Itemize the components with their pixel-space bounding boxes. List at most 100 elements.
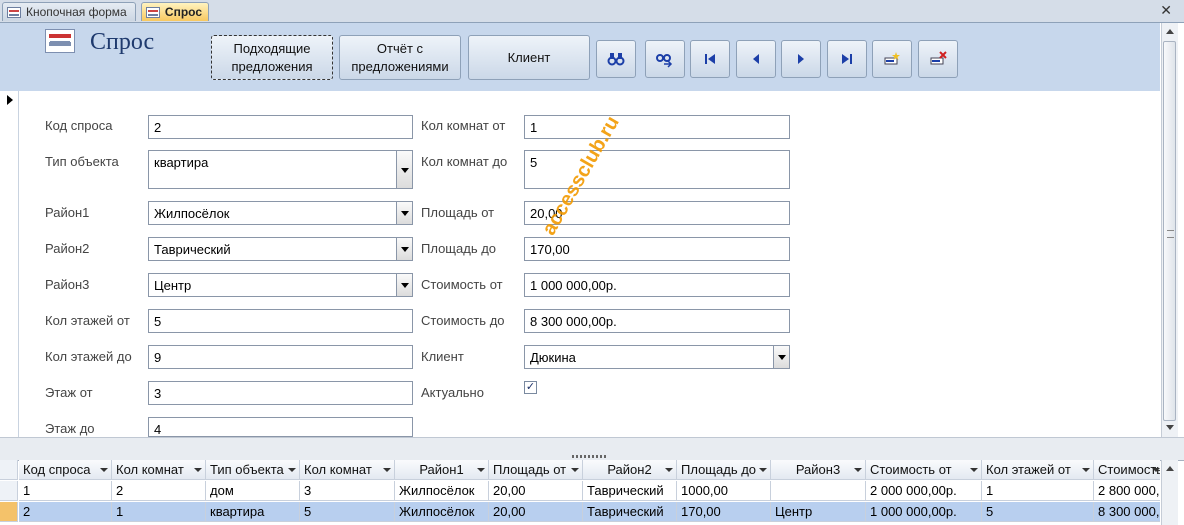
table-cell[interactable]: 170,00 [677, 502, 771, 522]
table-row[interactable]: 1 2 дом 3 Жилпосёлок 20,00 Таврический 1000,00 2… [0, 481, 1160, 501]
column-header[interactable]: Стоимость от [866, 460, 982, 480]
delete-record-button[interactable] [918, 40, 958, 78]
etazh-do-field[interactable]: 4 [148, 417, 413, 437]
chevron-down-icon[interactable] [288, 468, 296, 472]
column-header[interactable]: Тип объекта [206, 460, 300, 480]
table-cell[interactable]: 2 [112, 481, 206, 501]
find-next-button[interactable] [645, 40, 685, 78]
aktualno-checkbox[interactable]: ✓ [524, 381, 537, 394]
column-header[interactable]: Район3 [771, 460, 866, 480]
table-cell[interactable]: 2 [19, 502, 112, 522]
label-kol-etazhey-do: Кол этажей до [45, 349, 132, 364]
table-cell[interactable]: квартира [206, 502, 300, 522]
previous-record-button[interactable] [736, 40, 776, 78]
column-header[interactable]: Площадь от [489, 460, 583, 480]
find-button[interactable] [596, 40, 636, 78]
table-cell[interactable]: 1 000 000,00р. [866, 502, 982, 522]
chevron-down-icon[interactable] [759, 468, 767, 472]
kod-sprosa-field[interactable]: 2 [148, 115, 413, 139]
kol-komnat-ot-field[interactable]: 1 [524, 115, 790, 139]
chevron-down-icon[interactable] [665, 468, 673, 472]
chevron-down-icon[interactable] [396, 202, 412, 224]
ploshad-do-field[interactable]: 170,00 [524, 237, 790, 261]
kol-etazhey-do-field[interactable]: 9 [148, 345, 413, 369]
chevron-down-icon[interactable] [396, 151, 412, 188]
client-button[interactable]: Клиент [468, 35, 590, 80]
table-cell[interactable]: 1 [19, 481, 112, 501]
table-cell[interactable]: 1 [982, 481, 1094, 501]
close-icon[interactable]: ✕ [1160, 2, 1172, 19]
offers-report-button[interactable]: Отчёт с предложениями [339, 35, 461, 80]
table-cell[interactable]: Таврический [583, 502, 677, 522]
new-record-button[interactable] [872, 40, 912, 78]
chevron-down-icon[interactable] [854, 468, 862, 472]
column-header-label: Кол комнат [116, 462, 184, 477]
table-cell[interactable]: Таврический [583, 481, 677, 501]
select-all-cell[interactable] [0, 460, 18, 480]
tip-obekta-combo[interactable]: квартира [148, 150, 413, 189]
column-header[interactable]: Стоимость [1094, 460, 1160, 480]
rayon1-combo[interactable]: Жилпосёлок [148, 201, 413, 225]
chevron-down-icon[interactable] [100, 468, 108, 472]
table-cell[interactable]: 1 [112, 502, 206, 522]
form-vertical-scrollbar[interactable] [1161, 23, 1178, 437]
table-cell[interactable]: 3 [300, 481, 395, 501]
row-selector[interactable] [0, 502, 18, 522]
stoimost-do-field[interactable]: 8 300 000,00р. [524, 309, 790, 333]
table-cell[interactable]: 20,00 [489, 502, 583, 522]
label-etazh-do: Этаж до [45, 421, 95, 436]
matching-offers-button[interactable]: Подходящие предложения [211, 35, 333, 80]
table-cell[interactable]: 20,00 [489, 481, 583, 501]
scroll-down-icon[interactable] [1163, 421, 1177, 435]
tab-spros[interactable]: Спрос [141, 2, 209, 21]
table-cell[interactable]: дом [206, 481, 300, 501]
etazh-ot-field[interactable]: 3 [148, 381, 413, 405]
last-record-button[interactable] [827, 40, 867, 78]
chevron-down-icon[interactable] [396, 274, 412, 296]
table-cell[interactable] [771, 481, 866, 501]
chevron-down-icon[interactable] [571, 468, 579, 472]
rayon3-combo[interactable]: Центр [148, 273, 413, 297]
tab-switchboard[interactable]: Кнопочная форма [2, 2, 136, 21]
splitter-grip-icon[interactable] [572, 455, 606, 458]
table-cell[interactable]: Жилпосёлок [395, 481, 489, 501]
stoimost-ot-field[interactable]: 1 000 000,00р. [524, 273, 790, 297]
table-cell[interactable]: 8 300 000,00 [1094, 502, 1160, 522]
chevron-down-icon[interactable] [1152, 468, 1160, 472]
chevron-down-icon[interactable] [383, 468, 391, 472]
table-cell[interactable]: 5 [300, 502, 395, 522]
rayon2-combo[interactable]: Таврический [148, 237, 413, 261]
column-header[interactable]: Кол комнат [300, 460, 395, 480]
klient-combo[interactable]: Дюкина [524, 345, 790, 369]
label-aktualno: Актуально [421, 385, 484, 400]
table-cell[interactable]: Жилпосёлок [395, 502, 489, 522]
first-record-button[interactable] [690, 40, 730, 78]
record-selector[interactable] [0, 91, 19, 437]
chevron-down-icon[interactable] [194, 468, 202, 472]
table-cell[interactable]: 1000,00 [677, 481, 771, 501]
column-header[interactable]: Кол этажей от [982, 460, 1094, 480]
column-header[interactable]: Код спроса [19, 460, 112, 480]
column-header[interactable]: Район1 [395, 460, 489, 480]
column-header[interactable]: Площадь до [677, 460, 771, 480]
chevron-down-icon[interactable] [1082, 468, 1090, 472]
scroll-up-icon[interactable] [1163, 25, 1177, 39]
table-cell[interactable]: 2 800 000,00 [1094, 481, 1160, 501]
chevron-down-icon[interactable] [396, 238, 412, 260]
column-header[interactable]: Район2 [583, 460, 677, 480]
scroll-thumb[interactable] [1163, 41, 1176, 421]
chevron-down-icon[interactable] [970, 468, 978, 472]
table-cell[interactable]: 5 [982, 502, 1094, 522]
column-header[interactable]: Кол комнат [112, 460, 206, 480]
table-cell[interactable]: 2 000 000,00р. [866, 481, 982, 501]
kol-etazhey-ot-field[interactable]: 5 [148, 309, 413, 333]
next-record-button[interactable] [781, 40, 821, 78]
grid-vertical-scrollbar[interactable] [1161, 460, 1178, 525]
row-selector[interactable] [0, 481, 18, 501]
column-header-label: Площадь до [681, 462, 757, 477]
table-row-selected[interactable]: 2 1 квартира 5 Жилпосёлок 20,00 Таврический 170… [0, 502, 1160, 522]
table-cell[interactable]: Центр [771, 502, 866, 522]
chevron-down-icon[interactable] [477, 468, 485, 472]
split-form-splitter[interactable] [0, 437, 1184, 461]
chevron-down-icon[interactable] [773, 346, 789, 368]
